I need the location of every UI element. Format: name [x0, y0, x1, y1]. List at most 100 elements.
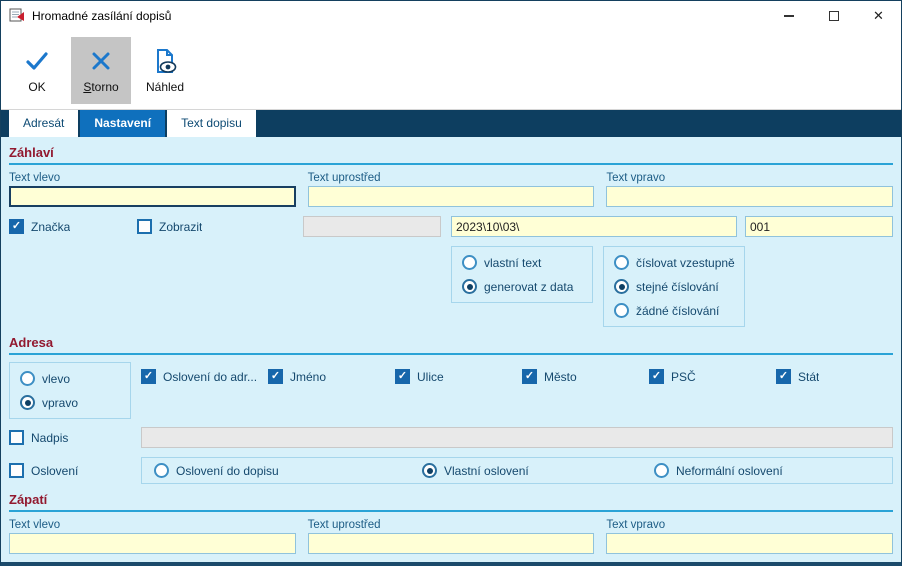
minimize-icon: [783, 15, 794, 17]
section-title-adresa: Adresa: [9, 335, 54, 350]
zapati-text-vlevo-input[interactable]: [9, 533, 296, 554]
mesto-checkbox[interactable]: Město: [522, 369, 649, 384]
osloveni-do-adresy-checkbox[interactable]: Oslovení do adr...: [141, 369, 268, 384]
preview-document-eye-icon: [152, 47, 178, 75]
checkbox-checked-icon: [9, 219, 24, 234]
section-rule-adresa: [9, 353, 893, 355]
znacka-checkbox[interactable]: Značka: [9, 219, 137, 234]
close-icon: ✕: [873, 8, 884, 23]
zahlavi-label-vlevo: Text vlevo: [9, 172, 61, 184]
section-title-zapati: Zápatí: [9, 492, 48, 507]
tab-adresat[interactable]: Adresát: [9, 110, 79, 137]
zahlavi-text-uprostred-input[interactable]: [307, 186, 595, 207]
radio-cislovat-vzestupne[interactable]: číslovat vzestupně: [614, 255, 735, 270]
checkbox-checked-icon: [776, 369, 791, 384]
nadpis-row: Nadpis: [9, 427, 893, 448]
zahlavi-label-uprostred: Text uprostřed: [307, 172, 381, 184]
zapati-field-vlevo: Text vlevo: [9, 519, 296, 554]
radio-selected-icon: [462, 279, 477, 294]
znacka-checkbox-label: Značka: [31, 219, 71, 234]
radio-osloveni-do-dopisu[interactable]: Oslovení do dopisu: [154, 463, 422, 478]
nastaveni-panel: Záhlaví Text vlevo Text uprostřed Text v…: [1, 137, 901, 562]
nadpis-checkbox[interactable]: Nadpis: [9, 430, 141, 445]
zahlavi-label-vpravo: Text vpravo: [606, 172, 666, 184]
zobrazit-checkbox-label: Zobrazit: [159, 219, 203, 234]
tab-nastaveni[interactable]: Nastavení: [80, 110, 166, 137]
zahlavi-field-vpravo: Text vpravo: [606, 172, 893, 207]
toolbar: OK Storno Náhled: [1, 31, 901, 110]
nahled-button[interactable]: Náhled: [135, 36, 195, 104]
salutation-groupbox: Oslovení do dopisu Vlastní oslovení Nefo…: [141, 457, 893, 484]
stat-checkbox[interactable]: Stát: [776, 369, 901, 384]
radio-unselected-icon: [654, 463, 669, 478]
zapati-label-vlevo: Text vlevo: [9, 519, 61, 531]
storno-button[interactable]: Storno: [71, 36, 131, 104]
storno-button-label: Storno: [83, 79, 119, 94]
section-rule-zapati: [9, 510, 893, 512]
zapati-field-vpravo: Text vpravo: [606, 519, 893, 554]
osloveni-checkbox-label: Oslovení: [31, 463, 79, 478]
adresa-checkbox-row: Oslovení do adr... Jméno Ulice Město PSČ: [141, 369, 901, 384]
nadpis-input: [141, 427, 893, 448]
radio-generovat-z-data[interactable]: generovat z data: [462, 279, 582, 294]
mass-mailing-dialog: Hromadné zasílání dopisů ✕ OK Storno Náh…: [0, 0, 902, 566]
checkbox-unchecked-icon: [9, 463, 24, 478]
radio-vlastni-text[interactable]: vlastní text: [462, 255, 582, 270]
znacka-options-row: vlastní text generovat z data číslovat v…: [9, 246, 893, 327]
window-title: Hromadné zasílání dopisů: [32, 9, 172, 23]
tab-text-dopisu[interactable]: Text dopisu: [167, 110, 256, 137]
osloveni-checkbox[interactable]: Oslovení: [9, 463, 141, 478]
ok-button[interactable]: OK: [7, 36, 67, 104]
radio-vpravo[interactable]: vpravo: [20, 395, 120, 410]
checkbox-unchecked-icon: [9, 430, 24, 445]
psc-checkbox[interactable]: PSČ: [649, 369, 776, 384]
zobrazit-checkbox[interactable]: Zobrazit: [137, 219, 303, 234]
zahlavi-text-vpravo-input[interactable]: [606, 186, 893, 207]
window-controls: ✕: [766, 1, 901, 31]
maximize-icon: [828, 11, 839, 21]
section-title-zahlavi: Záhlaví: [9, 145, 54, 160]
close-button[interactable]: ✕: [856, 1, 901, 31]
checkbox-checked-icon: [268, 369, 283, 384]
zahlavi-fields: Text vlevo Text uprostřed Text vpravo: [9, 172, 893, 207]
tab-bar: Adresát Nastavení Text dopisu: [1, 110, 901, 137]
storno-x-icon: [88, 47, 114, 75]
radio-unselected-icon: [614, 255, 629, 270]
checkbox-checked-icon: [141, 369, 156, 384]
znacka-custom-text-input: [303, 216, 441, 237]
radio-neformalni-osloveni[interactable]: Neformální oslovení: [654, 463, 880, 478]
radio-vlevo[interactable]: vlevo: [20, 371, 120, 386]
zapati-label-vpravo: Text vpravo: [606, 519, 666, 531]
znacka-date-input[interactable]: [451, 216, 737, 237]
zapati-text-uprostred-input[interactable]: [307, 533, 595, 554]
app-letter-icon: [9, 7, 25, 26]
radio-stejne-cislovani[interactable]: stejné číslování: [614, 279, 734, 294]
minimize-button[interactable]: [766, 1, 811, 31]
znacka-number-input[interactable]: [745, 216, 893, 237]
checkbox-checked-icon: [522, 369, 537, 384]
text-source-groupbox: vlastní text generovat z data: [451, 246, 593, 303]
radio-zadne-cislovani[interactable]: žádné číslování: [614, 303, 734, 318]
checkbox-checked-icon: [649, 369, 664, 384]
zapati-label-uprostred: Text uprostřed: [307, 519, 381, 531]
zahlavi-field-uprostred: Text uprostřed: [307, 172, 595, 207]
ok-check-icon: [24, 47, 50, 75]
zapati-text-vpravo-input[interactable]: [606, 533, 893, 554]
radio-selected-icon: [20, 395, 35, 410]
nahled-button-label: Náhled: [145, 79, 185, 94]
zahlavi-text-vlevo-input[interactable]: [9, 186, 296, 207]
osloveni-row: Oslovení Oslovení do dopisu Vlastní oslo…: [9, 457, 893, 484]
radio-unselected-icon: [154, 463, 169, 478]
jmeno-checkbox[interactable]: Jméno: [268, 369, 395, 384]
znacka-row: Značka Zobrazit: [9, 216, 893, 237]
ulice-checkbox[interactable]: Ulice: [395, 369, 522, 384]
radio-selected-icon: [614, 279, 629, 294]
numbering-groupbox: číslovat vzestupně stejné číslování žádn…: [603, 246, 745, 327]
zapati-fields: Text vlevo Text uprostřed Text vpravo: [9, 519, 893, 554]
radio-vlastni-osloveni[interactable]: Vlastní oslovení: [422, 463, 654, 478]
checkbox-unchecked-icon: [137, 219, 152, 234]
radio-unselected-icon: [20, 371, 35, 386]
radio-selected-icon: [422, 463, 437, 478]
radio-unselected-icon: [614, 303, 629, 318]
maximize-button[interactable]: [811, 1, 856, 31]
